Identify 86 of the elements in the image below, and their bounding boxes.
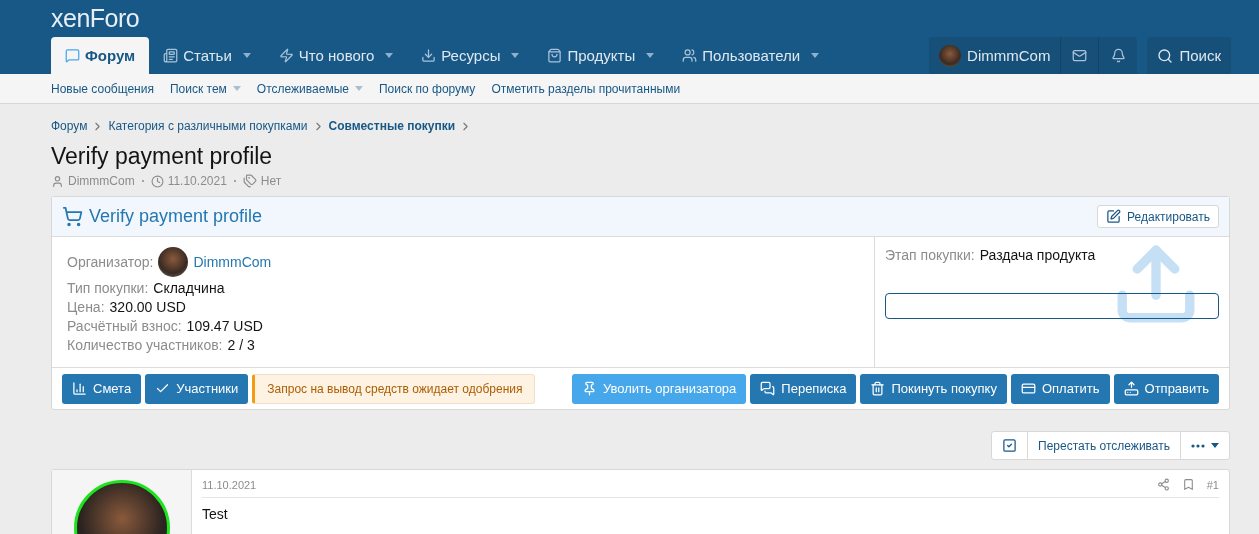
newspaper-icon [163, 48, 179, 63]
mail-icon [1072, 48, 1088, 63]
action-button[interactable]: Покинуть покупку [860, 373, 1007, 404]
tags-value: Нет [260, 174, 282, 188]
logo[interactable]: xenForo [51, 4, 140, 33]
organizer-link[interactable]: DimmmCom [193, 254, 272, 270]
cart-icon [62, 206, 83, 227]
avatar [158, 247, 189, 277]
caret-icon[interactable] [646, 53, 655, 58]
caret-icon [1211, 443, 1219, 448]
post-text: Test [202, 506, 229, 522]
field-label: Этап покупки: [885, 247, 975, 263]
tab-label: Пользователи [702, 47, 801, 64]
post-date: 11.10.2021 [167, 174, 227, 188]
caret-icon[interactable] [511, 53, 520, 58]
checked-box-icon [1002, 438, 1018, 453]
breadcrumb-link[interactable]: Совместные покупки [328, 119, 456, 133]
field-value: Раздача продукта [979, 247, 1096, 263]
nav-tab[interactable]: Ресурсы [407, 37, 534, 74]
action-button[interactable]: Участники [145, 373, 249, 404]
user-name: DimmmCom [967, 47, 1051, 64]
subnav-link[interactable]: Отметить разделы прочитанными [491, 81, 681, 96]
caret-icon[interactable] [354, 86, 363, 91]
caret-icon[interactable] [811, 53, 820, 58]
field-label: Тип покупки: [67, 280, 149, 296]
edit-button[interactable]: Редактировать [1097, 205, 1219, 228]
users-icon [682, 48, 698, 63]
field-value: Складчина [153, 280, 225, 296]
nav-tab[interactable]: Форум [51, 37, 150, 74]
upload-tray-icon [1123, 381, 1139, 396]
lightning-icon [278, 48, 294, 63]
subnav-link[interactable]: Отслеживаемые [256, 81, 363, 96]
user-icon [51, 174, 64, 188]
breadcrumb-link[interactable]: Форум [51, 119, 88, 133]
shopping-bag-icon [547, 48, 563, 63]
bookmark-icon[interactable] [1181, 478, 1195, 491]
tab-label: Статьи [183, 47, 232, 64]
bar-chart-icon [72, 381, 87, 396]
caret-icon[interactable] [232, 86, 241, 91]
speech-bubble-icon [65, 48, 80, 63]
edit-icon [1106, 209, 1122, 224]
clock-icon [150, 174, 164, 188]
field-label: Организатор: [67, 254, 154, 270]
pin-icon [581, 381, 597, 396]
avatar [939, 44, 962, 67]
post-number[interactable]: #1 [1206, 478, 1219, 491]
input-field[interactable] [885, 293, 1219, 319]
nav-tab[interactable]: Что нового [264, 37, 408, 74]
download-icon [421, 48, 437, 63]
post-date: 11.10.2021 [202, 478, 258, 491]
credit-card-icon [1020, 381, 1036, 396]
action-button[interactable]: Оплатить [1010, 373, 1110, 404]
page-title: Verify payment profile [51, 143, 274, 170]
nav-tab[interactable]: Статьи [149, 37, 265, 74]
subnav-link[interactable]: Поиск тем [169, 81, 241, 96]
field-value: 320.00 USD [109, 299, 186, 315]
card-title: Verify payment profile [89, 206, 264, 227]
more-icon [1191, 443, 1205, 448]
subnav-link[interactable]: Поиск по форуму [378, 81, 476, 96]
field-value: 109.47 USD [186, 318, 263, 334]
caret-icon[interactable] [385, 53, 394, 58]
tab-label: Ресурсы [441, 47, 501, 64]
search-button[interactable]: Поиск [1147, 37, 1231, 74]
search-icon [1157, 47, 1174, 64]
tab-label: Форум [85, 47, 136, 64]
tags-icon [242, 174, 257, 188]
breadcrumb-link[interactable]: Категория с различными покупками [108, 119, 308, 133]
tab-label: Что нового [298, 47, 375, 64]
field-label: Цена: [67, 299, 105, 315]
unwatch-button[interactable]: Перестать отслеживать [1028, 432, 1181, 459]
caret-icon[interactable] [242, 53, 251, 58]
bell-icon [1110, 48, 1126, 63]
field-label: Количество участников: [67, 337, 223, 353]
action-button[interactable]: Переписка [750, 373, 857, 404]
field-value: 2 / 3 [227, 337, 255, 353]
trash-icon [870, 381, 886, 396]
nav-tab[interactable]: Продукты [533, 37, 669, 74]
action-button[interactable]: Смета [62, 373, 142, 404]
subnav-link[interactable]: Новые сообщения [51, 81, 154, 96]
field-label: Расчётный взнос: [67, 318, 182, 334]
action-button[interactable]: Отправить [1113, 373, 1219, 404]
tab-label: Продукты [567, 47, 636, 64]
nav-tab[interactable]: Пользователи [668, 37, 834, 74]
share-icon[interactable] [1156, 478, 1170, 491]
status-notice: Запрос на вывод средств ожидает одобрения [252, 373, 536, 404]
chat-bubbles-icon [760, 381, 776, 396]
